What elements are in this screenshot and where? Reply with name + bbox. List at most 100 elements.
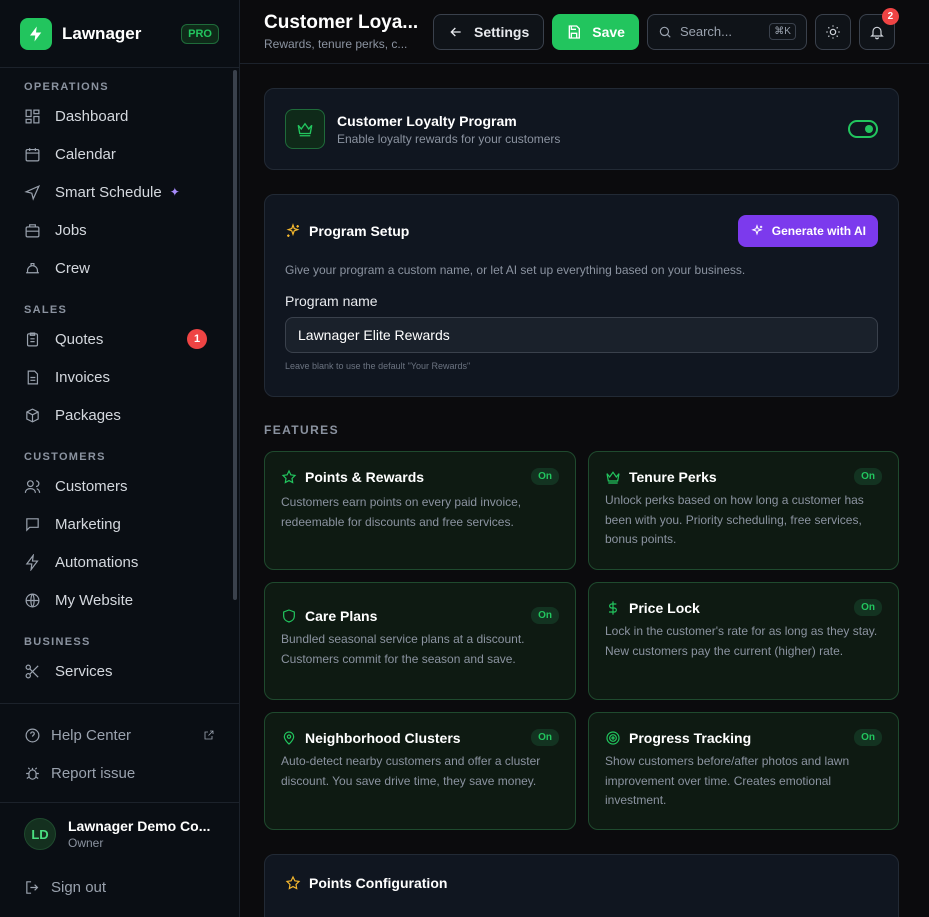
brand-name: Lawnager xyxy=(62,23,142,43)
report-issue-label: Report issue xyxy=(51,764,136,782)
quotes-count-badge: 1 xyxy=(187,329,207,349)
settings-button-label: Settings xyxy=(474,23,530,40)
dollar-icon xyxy=(609,600,617,615)
generate-with-ai-button[interactable]: Generate with AI xyxy=(737,215,878,247)
feature-status-badge[interactable]: On xyxy=(531,607,559,624)
sidebar: Lawnager PRO OPERATIONS Dashboard Calend… xyxy=(0,0,240,917)
feature-title: Price Lock xyxy=(629,599,700,616)
shield-icon xyxy=(283,608,295,623)
lightning-logo-icon[interactable] xyxy=(20,17,52,50)
feature-card-tenure-perks[interactable]: Tenure Perks On Unlock perks based on ho… xyxy=(588,451,899,570)
feature-title: Tenure Perks xyxy=(629,468,717,485)
program-name-label: Program name xyxy=(285,293,378,309)
feature-card-points-rewards[interactable]: Points & Rewards On Customers earn point… xyxy=(264,451,576,570)
sidebar-item-crew[interactable]: Crew xyxy=(0,249,239,287)
log-out-icon xyxy=(26,880,39,894)
sidebar-item-automations[interactable]: Automations xyxy=(0,543,239,581)
help-center-label: Help Center xyxy=(51,726,132,744)
feature-title: Progress Tracking xyxy=(629,729,752,746)
settings-back-button[interactable]: Settings xyxy=(433,13,545,50)
feature-description: Customers earn points on every paid invo… xyxy=(281,495,522,529)
feature-status-badge[interactable]: On xyxy=(531,729,559,746)
feature-description: Bundled seasonal service plans at a disc… xyxy=(281,632,525,666)
generate-ai-label: Generate with AI xyxy=(771,224,866,238)
sidebar-item-marketing[interactable]: Marketing xyxy=(0,505,239,543)
sun-icon xyxy=(826,24,840,39)
avatar: LD xyxy=(24,818,56,850)
clipboard-icon xyxy=(26,332,39,346)
sign-out-button[interactable]: Sign out xyxy=(0,868,239,906)
save-button[interactable]: Save xyxy=(552,13,639,50)
brand-header: Lawnager PRO xyxy=(0,0,239,68)
loyalty-program-card: Customer Loyalty Program Enable loyalty … xyxy=(264,88,899,170)
bell-icon xyxy=(870,26,884,39)
section-customers: CUSTOMERS xyxy=(24,451,106,463)
sidebar-item-label: Customers xyxy=(55,477,128,495)
save-icon xyxy=(568,24,581,39)
sidebar-item-my-website[interactable]: My Website xyxy=(0,581,239,619)
feature-status-badge[interactable]: On xyxy=(854,468,882,485)
zap-icon xyxy=(25,553,39,571)
dashboard-icon xyxy=(25,109,40,123)
save-button-label: Save xyxy=(592,23,625,40)
sidebar-item-packages[interactable]: Packages xyxy=(0,396,239,434)
sparkles-icon xyxy=(751,224,763,236)
sidebar-item-services[interactable]: Services xyxy=(0,652,239,690)
hardhat-icon xyxy=(26,262,39,273)
page-title: Customer Loya... xyxy=(264,12,419,33)
sidebar-item-calendar[interactable]: Calendar xyxy=(0,135,239,173)
briefcase-icon xyxy=(25,223,40,237)
sidebar-item-label: Quotes xyxy=(55,330,104,348)
pro-badge: PRO xyxy=(181,23,219,44)
notifications-button[interactable]: 2 xyxy=(858,7,899,50)
theme-toggle-button[interactable] xyxy=(814,13,851,50)
sidebar-item-jobs[interactable]: Jobs xyxy=(0,211,239,249)
feature-card-care-plans[interactable]: Care Plans On Bundled seasonal service p… xyxy=(264,582,576,700)
loyalty-enable-toggle[interactable] xyxy=(848,120,878,138)
search-icon xyxy=(659,26,671,38)
feature-title: Points & Rewards xyxy=(305,468,425,485)
sidebar-item-invoices[interactable]: Invoices xyxy=(0,358,239,396)
sidebar-item-smart-schedule[interactable]: Smart Schedule ✦ xyxy=(0,173,239,211)
sidebar-item-label: Crew xyxy=(55,259,91,277)
user-profile[interactable]: LD Lawnager Demo Co... Owner xyxy=(24,818,219,850)
sign-out-section: Sign out xyxy=(0,868,239,906)
program-name-input[interactable]: Lawnager Elite Rewards xyxy=(285,317,878,353)
sidebar-item-label: Dashboard xyxy=(55,107,129,125)
scissors-icon xyxy=(25,664,39,678)
section-business: BUSINESS xyxy=(24,636,91,648)
sign-out-label: Sign out xyxy=(51,878,107,896)
sidebar-scrollbar[interactable] xyxy=(233,70,237,600)
calendar-icon xyxy=(25,147,40,161)
top-header: Customer Loya... Rewards, tenure perks, … xyxy=(240,0,929,64)
sidebar-item-label: Packages xyxy=(55,406,121,424)
feature-status-badge[interactable]: On xyxy=(531,468,559,485)
feature-title: Neighborhood Clusters xyxy=(305,729,461,746)
sidebar-item-quotes[interactable]: Quotes 1 xyxy=(0,320,239,358)
points-configuration-card: Points Configuration xyxy=(264,854,899,917)
feature-card-neighborhood-clusters[interactable]: Neighborhood Clusters On Auto-detect nea… xyxy=(264,712,576,830)
report-issue-link[interactable]: Report issue xyxy=(0,754,239,792)
file-icon xyxy=(27,370,39,384)
page-body: Customer Loyalty Program Enable loyalty … xyxy=(240,64,929,917)
sidebar-item-customers[interactable]: Customers xyxy=(0,467,239,505)
sparkles-icon xyxy=(286,223,300,237)
section-sales: SALES xyxy=(24,304,68,316)
sidebar-item-label: Smart Schedule xyxy=(55,183,162,201)
search-input[interactable]: Search... ⌘K xyxy=(646,13,807,50)
sidebar-item-dashboard[interactable]: Dashboard xyxy=(0,97,239,135)
feature-card-progress-tracking[interactable]: Progress Tracking On Show customers befo… xyxy=(588,712,899,830)
sidebar-item-label: Calendar xyxy=(55,145,116,163)
package-icon xyxy=(26,407,39,423)
users-icon xyxy=(24,479,41,493)
feature-card-price-lock[interactable]: Price Lock On Lock in the customer's rat… xyxy=(588,582,899,700)
help-center-link[interactable]: Help Center xyxy=(0,716,239,754)
target-icon xyxy=(606,730,620,745)
feature-status-badge[interactable]: On xyxy=(854,729,882,746)
loyalty-subtitle: Enable loyalty rewards for your customer… xyxy=(337,131,561,146)
feature-status-badge[interactable]: On xyxy=(854,599,882,616)
star-icon xyxy=(285,875,301,890)
user-role: Owner xyxy=(68,836,104,850)
navigation-icon xyxy=(24,184,41,201)
external-link-icon xyxy=(204,730,214,740)
